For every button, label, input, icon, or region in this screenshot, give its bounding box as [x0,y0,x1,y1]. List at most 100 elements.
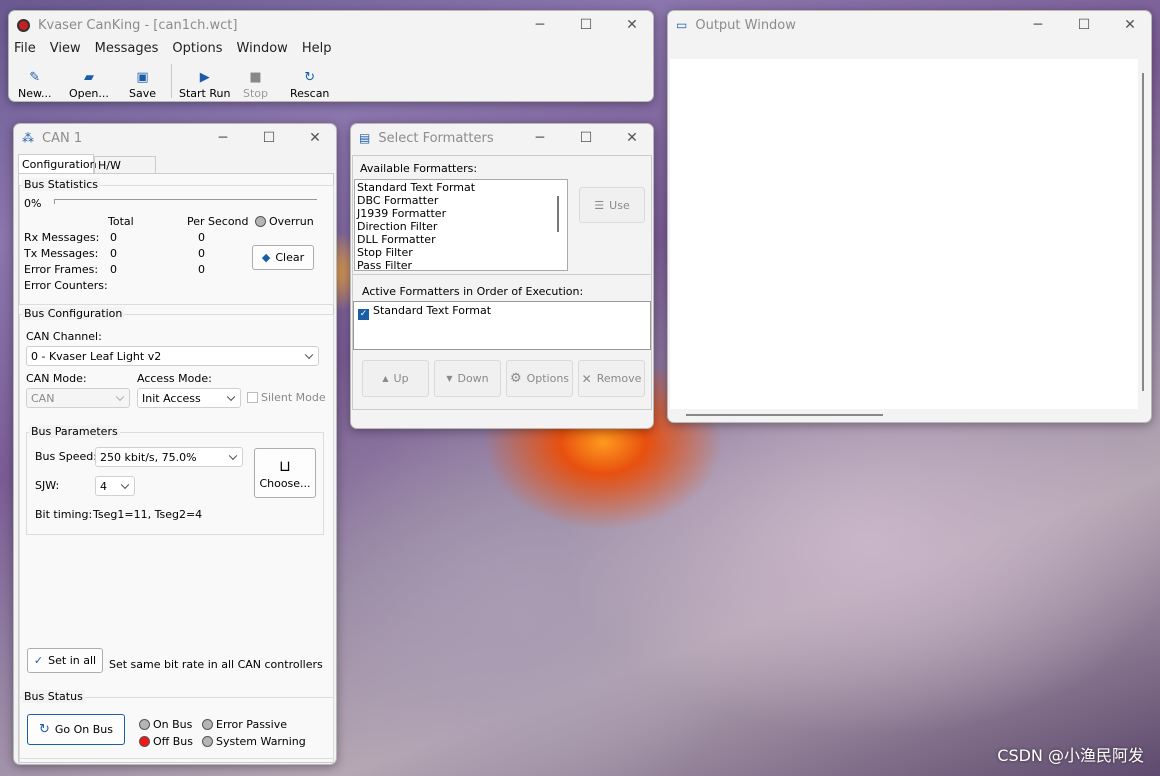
error-counters-label: Error Counters: [24,279,108,292]
list-item[interactable]: Stop Filter [355,246,567,259]
minimize-button[interactable]: ─ [517,11,563,39]
active-formatter-item[interactable]: ✓ Standard Text Format [358,304,646,320]
off-bus-indicator: Off Bus [139,735,193,748]
bus-statistics-group: Bus Statistics 0% Total Per Second Overr… [19,178,334,305]
formatters-close-button[interactable]: ✕ [609,124,653,152]
menu-file[interactable]: File [14,41,36,59]
main-title: Kvaser CanKing - [can1ch.wct] [38,17,238,33]
bus-parameters-group: Bus Parameters Bus Speed: 250 kbit/s, 75… [26,425,324,535]
chevron-down-icon [115,392,125,402]
formatters-app-icon: ▤ [359,131,371,145]
list-item[interactable]: DBC Formatter [355,194,567,207]
can1-minimize-button[interactable]: ─ [200,124,246,152]
list-item[interactable]: Pass Filter [355,259,567,272]
refresh-icon: ↻ [304,70,316,85]
chevron-down-icon [226,392,236,402]
list-item[interactable]: J1939 Formatter [355,207,567,220]
kvaser-app-icon [17,18,30,32]
bus-status-group: Bus Status ↻ Go On Bus On Bus Off Bus Err… [19,690,334,759]
can1-close-button[interactable]: ✕ [292,124,336,152]
rx-total: 0 [110,231,117,244]
output-maximize-button[interactable]: ☐ [1061,11,1107,39]
options-button[interactable]: ⚙ Options [506,360,573,397]
menu-help[interactable]: Help [302,41,332,59]
go-on-bus-button[interactable]: ↻ Go On Bus [27,714,125,745]
can-channel-label: CAN Channel: [26,330,102,343]
bus-load-value: 0% [24,197,42,210]
off-bus-led-icon [139,736,150,747]
choose-button[interactable]: ⊔ Choose... [254,448,316,498]
list-item[interactable]: DLL Formatter [355,233,567,246]
chevron-down-icon [228,451,238,461]
rescan-button[interactable]: ↻ Rescan [290,69,329,100]
silent-mode-checkbox[interactable]: Silent Mode [247,391,326,404]
output-close-button[interactable]: ✕ [1107,11,1151,39]
menu-messages[interactable]: Messages [95,41,159,59]
can-network-icon: ⁂ [22,131,34,145]
formatters-minimize-button[interactable]: ─ [517,124,563,152]
checked-checkbox-icon[interactable]: ✓ [358,309,369,320]
clear-button[interactable]: ◆ Clear [252,245,314,270]
chevron-down-icon [304,350,314,360]
new-icon: ✎ [29,70,41,85]
access-mode-select[interactable]: Init Access [137,388,241,408]
active-formatters-list[interactable]: ✓ Standard Text Format [353,301,651,350]
tx-label: Tx Messages: [24,247,99,260]
stop-button[interactable]: ■ Stop [243,69,268,100]
list-scrollbar[interactable] [557,196,559,232]
close-button[interactable]: ✕ [609,11,653,39]
vertical-scrollbar[interactable] [1142,73,1144,391]
bit-timing-icon: ⊔ [279,456,291,475]
menu-view[interactable]: View [50,41,81,59]
can-mode-select[interactable]: CAN [26,388,130,408]
can-mode-label: CAN Mode: [26,372,87,385]
formatters-title: Select Formatters [378,130,494,146]
menu-window[interactable]: Window [237,41,288,59]
formatters-maximize-button[interactable]: ☐ [563,124,609,152]
up-button[interactable]: ▲ Up [362,360,429,397]
bus-status-label: Bus Status [22,690,85,703]
sjw-select[interactable]: 4 [95,476,135,496]
folder-icon: ▰ [83,70,94,85]
open-button[interactable]: ▰ Open... [69,69,109,100]
tab-configuration[interactable]: Configuration [18,154,97,174]
checkmark-icon: ✓ [33,654,44,667]
down-button[interactable]: ▼ Down [434,360,501,397]
output-window: ▭ Output Window ─ ☐ ✕ [667,10,1152,423]
set-in-all-button[interactable]: ✓ Set in all [27,648,103,673]
menu-options[interactable]: Options [172,41,222,59]
output-title: Output Window [695,17,796,33]
formatters-divider [352,274,652,275]
output-text-area[interactable] [670,59,1138,409]
new-button[interactable]: ✎ New... [18,69,51,100]
error-passive-led-icon [202,719,213,730]
remove-button[interactable]: ✕ Remove [578,360,645,397]
use-button[interactable]: ☰ Use [579,187,645,223]
available-formatters-list[interactable]: Standard Text Format DBC Formatter J1939… [354,179,568,272]
can1-maximize-button[interactable]: ☐ [246,124,292,152]
bus-speed-select[interactable]: 250 kbit/s, 75.0% [95,447,243,467]
checkbox-icon [247,392,258,403]
can-channel-select[interactable]: 0 - Kvaser Leaf Light v2 [26,346,319,366]
start-run-button[interactable]: ▶ Start Run [179,69,230,100]
bus-parameters-label: Bus Parameters [29,425,120,438]
list-item[interactable]: Standard Text Format [355,181,567,194]
set-in-all-description: Set same bit rate in all CAN controllers [109,658,323,671]
horizontal-scrollbar[interactable] [686,414,883,416]
rx-label: Rx Messages: [24,231,100,244]
list-item[interactable]: Direction Filter [355,220,567,233]
output-minimize-button[interactable]: ─ [1015,11,1061,39]
error-frames-total: 0 [110,263,117,276]
bit-timing-label: Bit timing: [35,508,93,521]
maximize-button[interactable]: ☐ [563,11,609,39]
save-button[interactable]: ▣ Save [129,69,156,100]
sjw-label: SJW: [35,479,60,492]
available-formatters-label: Available Formatters: [360,162,478,175]
active-formatters-label: Active Formatters in Order of Execution: [362,285,584,298]
tab-hw-filters[interactable]: H/W Filters [94,156,156,185]
bit-timing-value: Tseg1=11, Tseg2=4 [93,508,203,521]
can1-title: CAN 1 [42,130,83,146]
bus-statistics-label: Bus Statistics [22,178,101,191]
system-warning-indicator: System Warning [202,735,306,748]
save-icon: ▣ [136,70,149,85]
